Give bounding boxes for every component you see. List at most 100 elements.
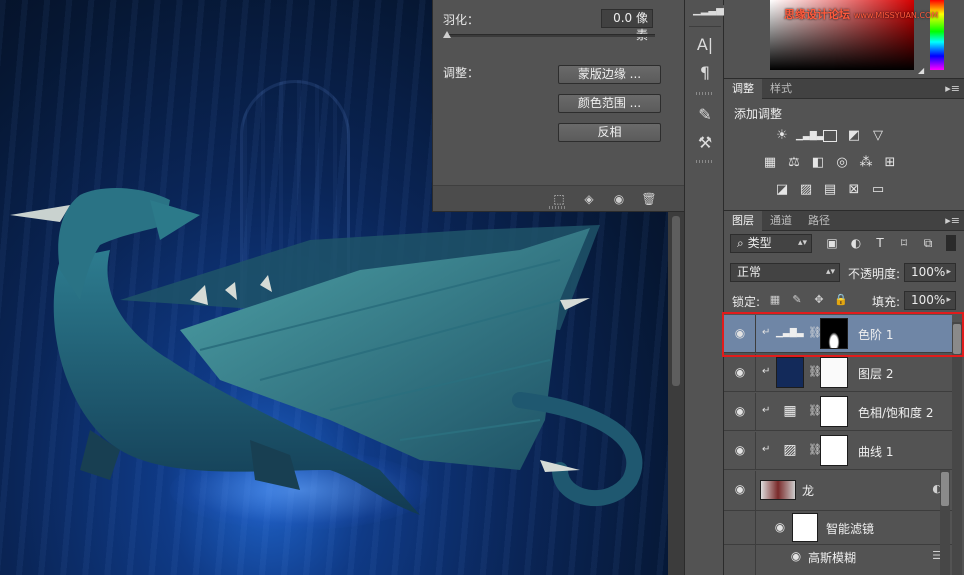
layer-name[interactable]: 龙 xyxy=(802,482,814,499)
layers-scrollbar[interactable] xyxy=(952,322,962,575)
selective-color-icon[interactable]: ⊠ xyxy=(844,181,864,199)
brightness-contrast-icon[interactable]: ☀ xyxy=(772,127,792,145)
lock-pixels-icon[interactable]: ✎ xyxy=(790,293,804,307)
apply-mask-icon[interactable]: ◈ xyxy=(581,191,597,207)
layer-mask-thumbnail[interactable] xyxy=(820,435,848,466)
histogram-icon[interactable]: ▁▂▃▅▇ xyxy=(693,0,731,22)
visibility-eye-icon[interactable]: ◉ xyxy=(732,482,748,496)
layer-row-hue-saturation[interactable]: ◉ ↵ ▦ ⛓ 色相/饱和度 2 xyxy=(724,393,952,431)
hue-saturation-icon[interactable]: ▦ xyxy=(760,154,780,172)
search-icon: ⌕ xyxy=(737,236,744,250)
layer-row-partial[interactable] xyxy=(724,567,952,575)
layer-name[interactable]: 图层 2 xyxy=(858,365,893,382)
tab-styles[interactable]: 样式 xyxy=(762,79,800,99)
invert-button[interactable]: 反相 xyxy=(558,123,661,142)
gradient-map-icon[interactable]: ▭ xyxy=(868,181,888,199)
tab-adjustments[interactable]: 调整 xyxy=(724,79,762,99)
lock-all-icon[interactable]: 🔒 xyxy=(834,293,848,307)
blend-mode-value: 正常 xyxy=(737,265,762,279)
filter-shape-icon[interactable]: ⌑ xyxy=(896,235,912,251)
smart-filters-row[interactable]: ◉ 智能滤镜 xyxy=(724,511,952,545)
layer-mask-thumbnail[interactable] xyxy=(820,318,848,349)
feather-slider-track[interactable] xyxy=(445,34,655,37)
adjustments-panel: 调整 样式 ▸≡ 添加调整 ☀ ▁▃▇▃ ◩ ▽ ▦ ⚖ ◧ ◎ ⁂ ⊞ ◪ ▨… xyxy=(724,78,964,210)
clip-arrow-icon: ↵ xyxy=(762,405,771,416)
delete-mask-icon[interactable]: 🗑 xyxy=(641,191,657,207)
visibility-eye-icon[interactable]: ◉ xyxy=(732,326,748,340)
threshold-icon[interactable]: ▤ xyxy=(820,181,840,199)
watermark-cn: 思缘设计论坛 xyxy=(784,8,850,21)
strip-grip[interactable] xyxy=(696,160,714,163)
layer-row-levels[interactable]: ◉ ↵ ▁▃▇▃ ⛓ 色阶 1 xyxy=(724,315,952,353)
brush-presets-icon[interactable]: ✎ xyxy=(693,104,717,126)
visibility-eye-icon[interactable]: ◉ xyxy=(732,404,748,418)
chevron-right-icon: ▸ xyxy=(946,295,951,305)
selection-from-mask-icon[interactable]: ⬚ xyxy=(551,191,567,207)
color-range-button[interactable]: 颜色范围 ... xyxy=(558,94,661,113)
opacity-field[interactable]: 100% ▸ xyxy=(904,263,956,282)
smart-object-thumbnail[interactable] xyxy=(760,480,796,500)
layer-row-curves[interactable]: ◉ ↵ ▨ ⛓ 曲线 1 xyxy=(724,432,952,470)
exposure-icon[interactable]: ◩ xyxy=(844,127,864,145)
strip-grip[interactable] xyxy=(696,92,714,95)
color-balance-icon[interactable]: ⚖ xyxy=(784,154,804,172)
paragraph-icon[interactable]: ¶ xyxy=(693,62,717,84)
feather-value-field[interactable]: 0.0 像素 xyxy=(601,9,653,42)
curves-icon[interactable] xyxy=(820,127,840,145)
visibility-eye-icon[interactable]: ◉ xyxy=(772,520,788,534)
tab-channels[interactable]: 通道 xyxy=(762,211,800,231)
invert-icon[interactable]: ◪ xyxy=(772,181,792,199)
visibility-eye-icon[interactable]: ◉ xyxy=(611,191,627,207)
smart-filter-mask-thumbnail[interactable] xyxy=(792,513,818,542)
photo-filter-icon[interactable]: ◎ xyxy=(832,154,852,172)
filter-name[interactable]: 高斯模糊 xyxy=(808,549,856,566)
visibility-eye-icon[interactable]: ◉ xyxy=(732,443,748,457)
channel-mixer-icon[interactable]: ⁂ xyxy=(856,154,876,172)
blend-mode-select[interactable]: 正常 ▴▾ xyxy=(730,263,840,282)
levels-icon[interactable]: ▁▃▇▃ xyxy=(796,127,824,145)
panel-menu-icon[interactable]: ▸≡ xyxy=(945,214,960,227)
layer-name[interactable]: 曲线 1 xyxy=(858,443,893,460)
panel-grip[interactable] xyxy=(549,206,567,209)
layer-mask-thumbnail[interactable] xyxy=(820,396,848,427)
black-white-icon[interactable]: ◧ xyxy=(808,154,828,172)
filter-adjustment-icon[interactable]: ◐ xyxy=(848,235,864,251)
layer-mask-thumbnail[interactable] xyxy=(820,357,848,388)
color-marker: ◢ xyxy=(918,66,925,75)
scroll-thumb[interactable] xyxy=(672,216,680,386)
gaussian-blur-row[interactable]: ◉ 高斯模糊 ☰ xyxy=(724,545,952,567)
color-lookup-icon[interactable]: ⊞ xyxy=(880,154,900,172)
panel-menu-icon[interactable]: ▸≡ xyxy=(945,82,960,95)
feather-slider-thumb[interactable] xyxy=(443,31,451,38)
mask-properties-panel: 羽化： 0.0 像素 调整： 蒙版边缘 ... 颜色范围 ... 反相 ⬚ ◈ … xyxy=(432,0,684,212)
mask-edge-button[interactable]: 蒙版边缘 ... xyxy=(558,65,661,84)
layer-thumbnail[interactable] xyxy=(776,357,804,388)
filter-toggle-switch[interactable] xyxy=(946,235,956,251)
layer-name[interactable]: 色阶 1 xyxy=(858,326,893,343)
visibility-eye-icon[interactable]: ◉ xyxy=(788,549,804,563)
posterize-icon[interactable]: ▨ xyxy=(796,181,816,199)
chevron-down-icon: ▴▾ xyxy=(825,267,835,277)
scroll-thumb[interactable] xyxy=(941,472,949,506)
filter-type-icon[interactable]: T xyxy=(872,235,888,251)
vibrance-icon[interactable]: ▽ xyxy=(868,127,888,145)
filter-smart-object-icon[interactable]: ⧉ xyxy=(920,235,936,251)
layer-row-layer2[interactable]: ◉ ↵ ⛓ 图层 2 xyxy=(724,354,952,392)
fill-field[interactable]: 100% ▸ xyxy=(904,291,956,310)
lock-position-icon[interactable]: ✥ xyxy=(812,293,826,307)
lock-transparency-icon[interactable]: ▦ xyxy=(768,293,782,307)
scroll-thumb[interactable] xyxy=(953,324,961,354)
layer-row-dragon[interactable]: ◉ 龙 ◐ xyxy=(724,471,952,511)
layer-filter-select[interactable]: ⌕ 类型 ▴▾ xyxy=(730,234,812,253)
tab-paths[interactable]: 路径 xyxy=(800,211,838,231)
feather-label: 羽化： xyxy=(443,13,480,27)
visibility-eye-icon[interactable]: ◉ xyxy=(732,365,748,379)
tool-presets-icon[interactable]: ⚒ xyxy=(693,132,717,154)
layers-inner-scrollbar[interactable] xyxy=(940,470,950,575)
filter-pixel-icon[interactable]: ▣ xyxy=(824,235,840,251)
character-icon[interactable]: A| xyxy=(693,34,717,56)
tab-layers[interactable]: 图层 xyxy=(724,211,762,231)
clip-arrow-icon: ↵ xyxy=(762,327,771,338)
layer-name[interactable]: 色相/饱和度 2 xyxy=(858,404,934,421)
canvas-vertical-scrollbar[interactable] xyxy=(668,212,684,575)
